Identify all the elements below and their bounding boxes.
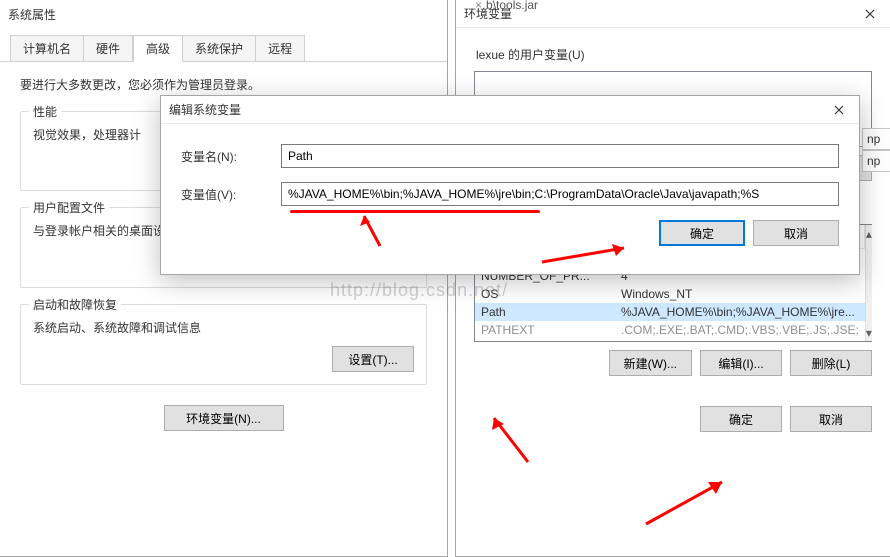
group-boot-desc: 系统启动、系统故障和调试信息 — [33, 319, 414, 336]
editdlg-cancel-button[interactable]: 取消 — [753, 220, 839, 246]
background-file-tab: × b\tools.jar — [475, 0, 538, 12]
truncated-row-2: np — [862, 150, 890, 172]
scroll-up-button[interactable]: ▴ — [866, 225, 872, 242]
sys-new-button[interactable]: 新建(W)... — [609, 350, 692, 376]
envwin-cancel-button[interactable]: 取消 — [790, 406, 872, 432]
tab-remote[interactable]: 远程 — [255, 35, 305, 62]
sysvar-row[interactable]: PATHEXT.COM;.EXE;.BAT;.CMD;.VBS;.VBE;.JS… — [475, 321, 865, 339]
file-tab-label: b\tools.jar — [486, 0, 538, 12]
sys-edit-button[interactable]: 编辑(I)... — [700, 350, 782, 376]
editdlg-close-button[interactable] — [819, 96, 859, 124]
group-startup-recovery: 启动和故障恢复 系统启动、系统故障和调试信息 设置(T)... — [20, 304, 427, 385]
scroll-down-button[interactable]: ▾ — [866, 324, 872, 341]
sysprops-tabs: 计算机名 硬件 高级 系统保护 远程 — [0, 28, 447, 62]
group-performance-title: 性能 — [29, 103, 61, 120]
user-vars-label: lexue 的用户变量(U) — [476, 46, 872, 63]
environment-variables-window: 环境变量 lexue 的用户变量(U) 除(D) 系统变量(S) 变量 值 JA… — [455, 0, 890, 557]
sysprops-titlebar: 系统属性 — [0, 0, 447, 28]
sys-delete-button[interactable]: 删除(L) — [790, 350, 872, 376]
editdlg-ok-button[interactable]: 确定 — [659, 220, 745, 246]
truncated-row-1: np — [862, 128, 890, 150]
sysvars-scrollbar[interactable]: ▴ ▾ — [865, 225, 872, 341]
envwin-close-button[interactable] — [850, 0, 890, 28]
group-user-title: 用户配置文件 — [29, 199, 109, 216]
var-value-input[interactable] — [281, 182, 839, 206]
tab-computer-name[interactable]: 计算机名 — [10, 35, 84, 62]
editdlg-titlebar: 编辑系统变量 — [161, 96, 859, 124]
sysvar-row[interactable]: OSWindows_NT — [475, 285, 865, 303]
file-tab-close-icon: × — [475, 0, 482, 12]
annotation-underline — [290, 210, 540, 213]
sysprops-title: 系统属性 — [8, 6, 439, 23]
var-name-input[interactable] — [281, 144, 839, 168]
var-value-label: 变量值(V): — [181, 186, 281, 203]
boot-settings-button[interactable]: 设置(T)... — [332, 346, 414, 372]
close-icon — [834, 105, 844, 115]
group-boot-title: 启动和故障恢复 — [29, 296, 121, 313]
watermark-text: http://blog.csdn.net/ — [330, 280, 508, 301]
tab-hardware[interactable]: 硬件 — [83, 35, 133, 62]
edit-system-variable-dialog: 编辑系统变量 变量名(N): 变量值(V): 确定 取消 — [160, 95, 860, 275]
environment-variables-button[interactable]: 环境变量(N)... — [164, 405, 284, 431]
tab-advanced[interactable]: 高级 — [133, 35, 183, 62]
tab-system-protection[interactable]: 系统保护 — [182, 35, 256, 62]
close-icon — [865, 9, 875, 19]
admin-hint: 要进行大多数更改，您必须作为管理员登录。 — [20, 76, 427, 93]
editdlg-title: 编辑系统变量 — [169, 101, 851, 118]
envwin-ok-button[interactable]: 确定 — [700, 406, 782, 432]
var-name-label: 变量名(N): — [181, 148, 281, 165]
sysvar-row-path[interactable]: Path%JAVA_HOME%\bin;%JAVA_HOME%\jre... — [475, 303, 865, 321]
editdlg-body: 变量名(N): 变量值(V): 确定 取消 — [161, 124, 859, 260]
system-properties-window: 系统属性 计算机名 硬件 高级 系统保护 远程 要进行大多数更改，您必须作为管理… — [0, 0, 448, 557]
